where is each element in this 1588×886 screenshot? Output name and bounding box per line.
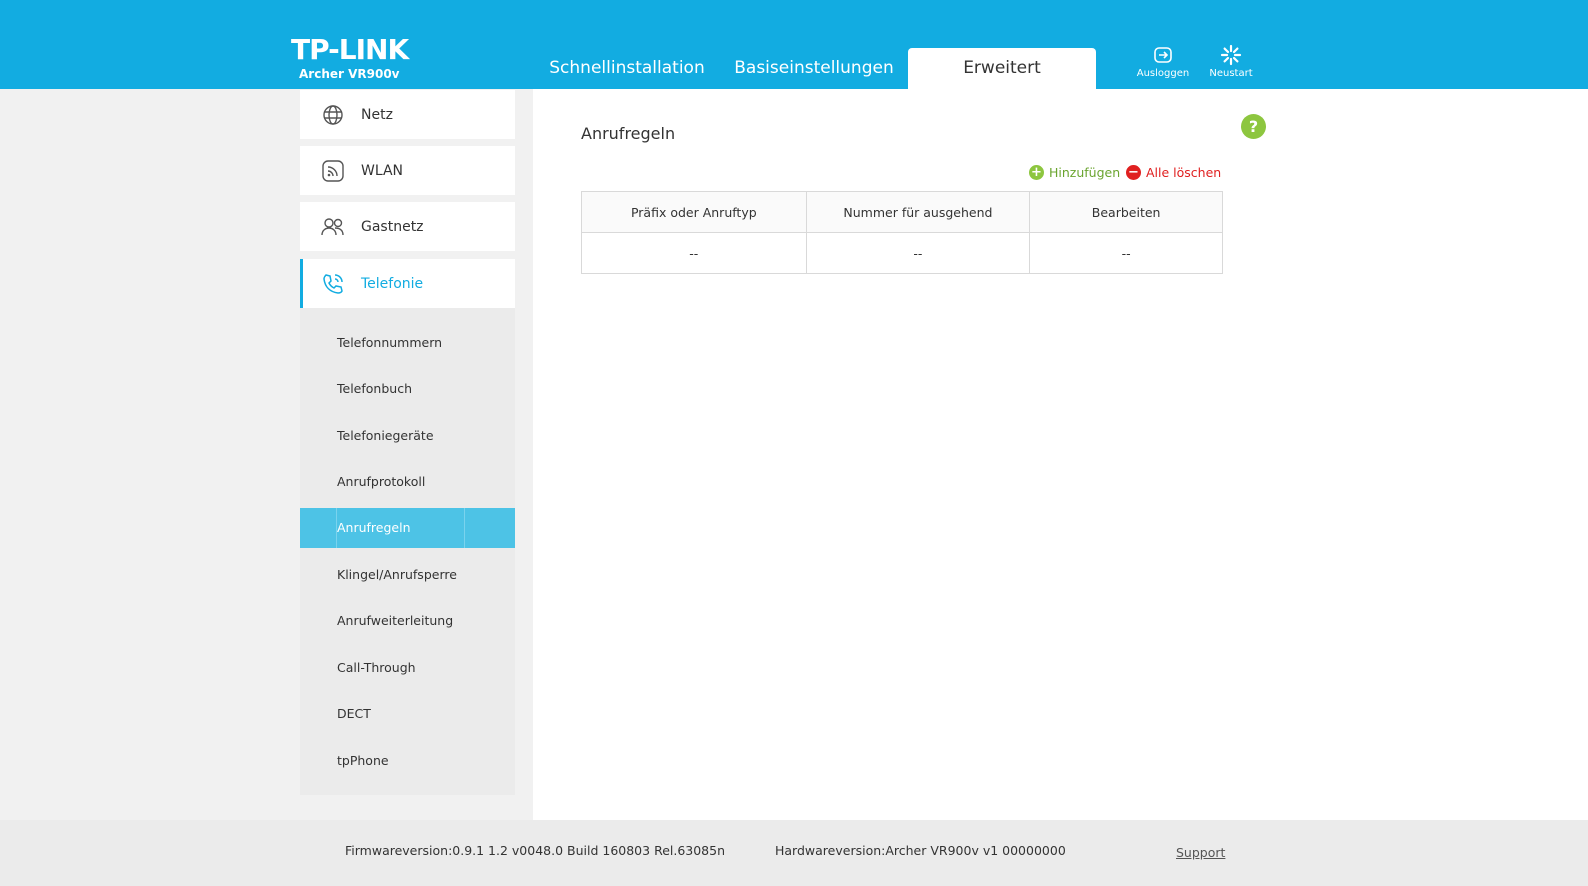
phone-icon	[320, 271, 346, 297]
minus-icon: −	[1126, 165, 1141, 180]
model-name: Archer VR900v	[299, 67, 400, 81]
submenu-anrufregeln[interactable]: Anrufregeln	[300, 508, 515, 548]
table-cell: --	[581, 232, 807, 274]
delete-all-label: Alle löschen	[1146, 165, 1222, 180]
plus-icon: +	[1029, 165, 1044, 180]
tab-schnellinstallation[interactable]: Schnellinstallation	[540, 48, 714, 89]
guest-users-icon	[320, 214, 346, 240]
table-header-row: Präfix oder Anruftyp Nummer für ausgehen…	[581, 191, 1223, 233]
sidebar-item-gastnetz[interactable]: Gastnetz	[300, 202, 515, 251]
submenu-anrufweiterleitung[interactable]: Anrufweiterleitung	[300, 601, 515, 641]
reboot-label: Neustart	[1209, 68, 1253, 79]
reboot-icon	[1220, 44, 1242, 66]
submenu-anrufprotokoll[interactable]: Anrufprotokoll	[300, 462, 515, 502]
column-header-edit: Bearbeiten	[1029, 191, 1223, 233]
delete-all-button[interactable]: − Alle löschen	[1126, 165, 1221, 180]
sidebar-item-label: Gastnetz	[361, 218, 424, 235]
support-link[interactable]: Support	[1176, 845, 1225, 860]
submenu-telefoniegeraete[interactable]: Telefoniegeräte	[300, 416, 515, 456]
table-cell: --	[805, 232, 1031, 274]
add-label: Hinzufügen	[1049, 165, 1121, 180]
submenu-telefonbuch[interactable]: Telefonbuch	[300, 369, 515, 409]
hardware-version: Hardwareversion:Archer VR900v v1 0000000…	[775, 843, 1066, 858]
reboot-button[interactable]: Neustart	[1199, 44, 1263, 79]
submenu-call-through[interactable]: Call-Through	[300, 648, 515, 688]
sidebar-item-label: Netz	[361, 106, 393, 123]
firmware-version: Firmwareversion:0.9.1 1.2 v0048.0 Build …	[345, 843, 726, 858]
sidebar-item-wlan[interactable]: WLAN	[300, 146, 515, 195]
call-rules-table: Präfix oder Anruftyp Nummer für ausgehen…	[581, 191, 1223, 274]
logout-button[interactable]: Ausloggen	[1131, 44, 1195, 79]
top-header: TP-LINK Archer VR900v Schnellinstallatio…	[0, 0, 1588, 89]
footer: Firmwareversion:0.9.1 1.2 v0048.0 Build …	[0, 820, 1588, 886]
tab-basiseinstellungen[interactable]: Basiseinstellungen	[728, 48, 900, 89]
submenu-telefonnummern[interactable]: Telefonnummern	[300, 323, 515, 363]
sidebar-item-label: Telefonie	[361, 275, 424, 292]
submenu-dect[interactable]: DECT	[300, 694, 515, 734]
submenu-klingel-anrufsperre[interactable]: Klingel/Anrufsperre	[300, 555, 515, 595]
submenu-tpphone[interactable]: tpPhone	[300, 741, 515, 781]
page-title: Anrufregeln	[581, 124, 676, 143]
sidebar-item-netz[interactable]: Netz	[300, 90, 515, 139]
globe-icon	[320, 102, 346, 128]
sidebar-item-telefonie[interactable]: Telefonie	[300, 259, 515, 308]
help-icon[interactable]: ?	[1241, 114, 1266, 139]
column-header-outgoing-number: Nummer für ausgehend	[805, 191, 1031, 233]
tab-erweitert[interactable]: Erweitert	[908, 48, 1096, 89]
logout-label: Ausloggen	[1136, 68, 1190, 79]
brand-logo: TP-LINK	[291, 33, 409, 66]
column-header-prefix: Präfix oder Anruftyp	[581, 191, 807, 233]
telefonie-submenu: Telefonnummern Telefonbuch Telefoniegerä…	[300, 308, 515, 795]
table-row: -- -- --	[581, 232, 1223, 274]
table-cell: --	[1029, 232, 1223, 274]
sidebar-item-label: WLAN	[361, 162, 404, 179]
logout-icon	[1154, 47, 1172, 63]
wifi-icon	[320, 158, 346, 184]
add-button[interactable]: + Hinzufügen	[1029, 165, 1120, 180]
